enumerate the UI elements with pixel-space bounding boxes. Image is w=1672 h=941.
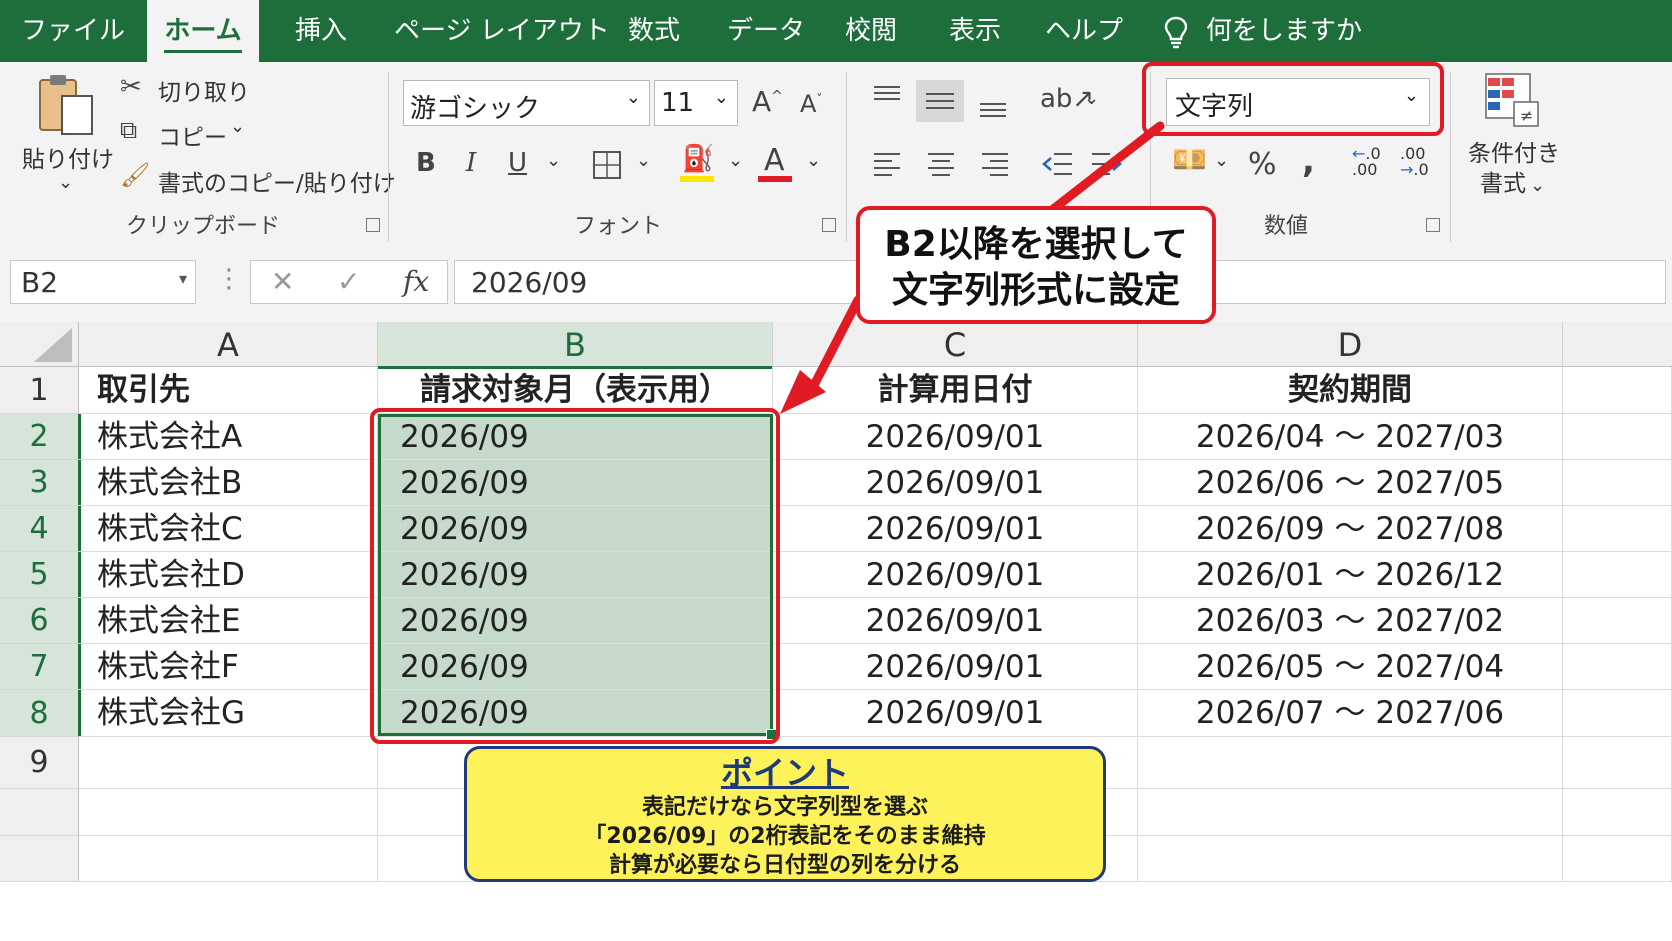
point-line-2: 「2026/09」の2桁表記をそのまま維持 <box>584 824 986 849</box>
point-title: ポイント <box>720 754 849 792</box>
point-box: ポイント 表記だけなら文字列型を選ぶ 「2026/09」の2桁表記をそのまま維持… <box>464 746 1106 882</box>
point-line-3: 計算が必要なら日付型の列を分ける <box>608 853 961 878</box>
callout-line-2: 文字列形式に設定 <box>891 270 1180 311</box>
callout-line-1: B2以降を選択して <box>884 224 1188 265</box>
instruction-callout: B2以降を選択して 文字列形式に設定 <box>856 206 1216 324</box>
point-line-1: 表記だけなら文字列型を選ぶ <box>641 795 928 820</box>
